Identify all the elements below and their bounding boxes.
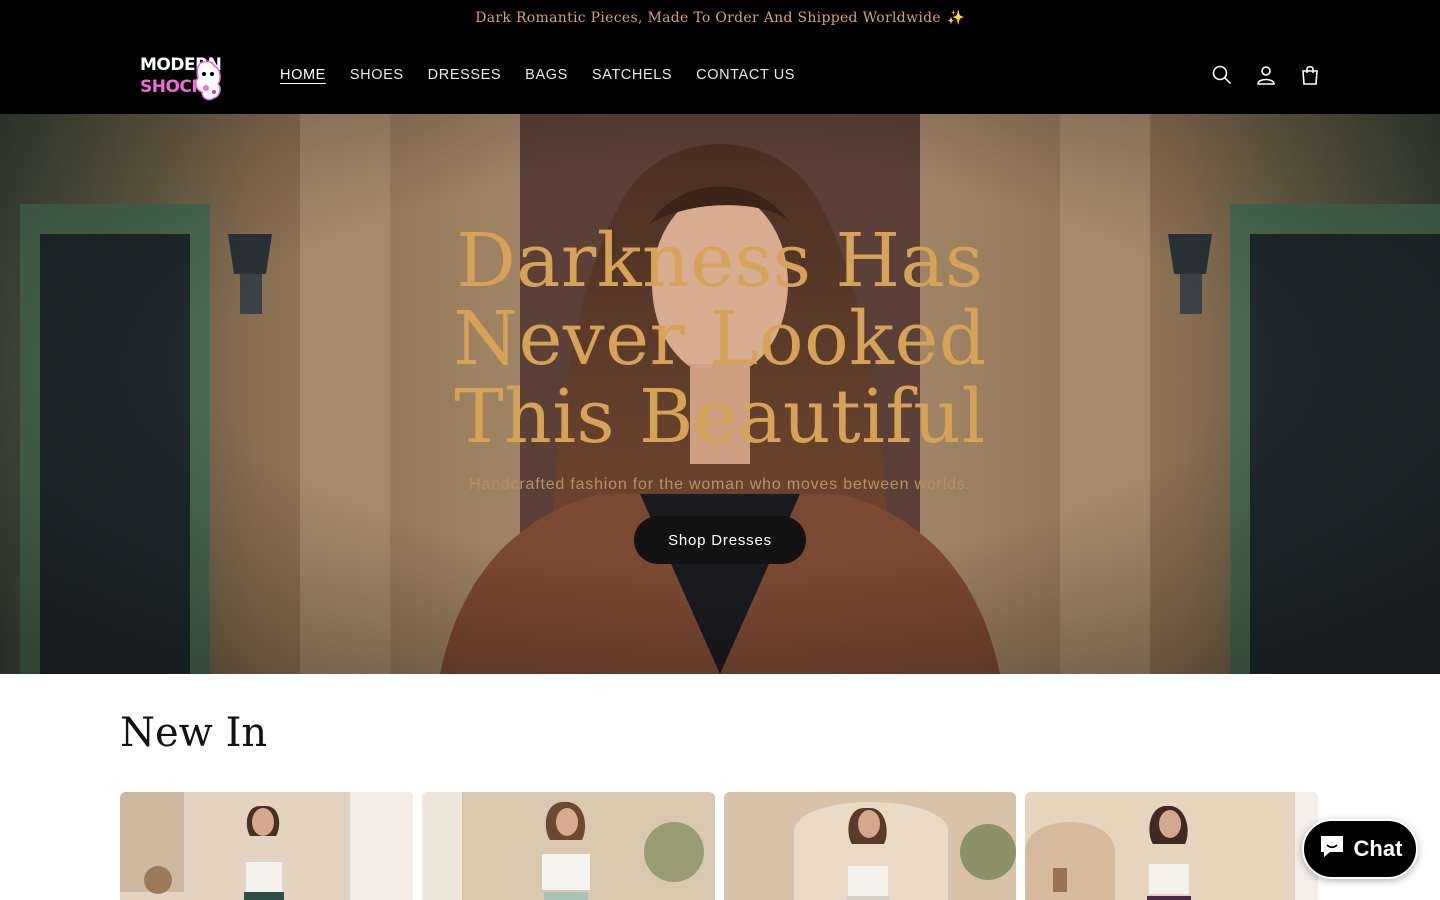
product-image	[723, 792, 1017, 900]
product-card[interactable]	[1025, 792, 1318, 900]
shop-dresses-button[interactable]: Shop Dresses	[634, 516, 806, 564]
logo-text-2: SHOCK	[140, 77, 205, 97]
site-header: MODERN SHOCK HOME SHOES DRESSES BAGS SAT…	[0, 36, 1440, 114]
cart-icon[interactable]	[1298, 63, 1322, 87]
chat-bubble-icon	[1318, 833, 1346, 865]
new-in-title: New In	[120, 710, 268, 756]
product-card[interactable]	[723, 792, 1017, 900]
nav-item-shoes[interactable]: SHOES	[338, 36, 416, 114]
product-image	[1025, 792, 1318, 900]
header-icons	[1210, 36, 1322, 114]
nav-item-contact-us[interactable]: CONTACT US	[684, 36, 807, 114]
announcement-bar: Dark Romantic Pieces, Made To Order And …	[0, 0, 1440, 36]
product-image	[421, 792, 715, 900]
product-image	[120, 792, 413, 900]
chat-button[interactable]: Chat	[1302, 819, 1418, 879]
announcement-text: Dark Romantic Pieces, Made To Order And …	[475, 10, 941, 26]
hero-banner: Darkness Has Never Looked This Beautiful…	[0, 114, 1440, 674]
hero-subtitle: Handcrafted fashion for the woman who mo…	[469, 476, 971, 493]
sparkle-icon: ✨	[946, 10, 965, 26]
hero-content: Darkness Has Never Looked This Beautiful…	[0, 114, 1440, 674]
product-grid	[120, 792, 1318, 900]
product-card[interactable]	[421, 792, 715, 900]
nav-item-bags[interactable]: BAGS	[513, 36, 580, 114]
nav-item-satchels[interactable]: SATCHELS	[580, 36, 684, 114]
account-icon[interactable]	[1254, 63, 1278, 87]
chat-label: Chat	[1353, 836, 1403, 861]
nav-item-home[interactable]: HOME	[268, 36, 338, 114]
nav-item-dresses[interactable]: DRESSES	[416, 36, 514, 114]
product-card[interactable]	[120, 792, 413, 900]
search-icon[interactable]	[1210, 63, 1234, 87]
hero-title: Darkness Has Never Looked This Beautiful	[453, 218, 987, 460]
main-nav: HOME SHOES DRESSES BAGS SATCHELS CONTACT…	[268, 36, 807, 114]
store-logo[interactable]: MODERN SHOCK	[132, 48, 228, 106]
